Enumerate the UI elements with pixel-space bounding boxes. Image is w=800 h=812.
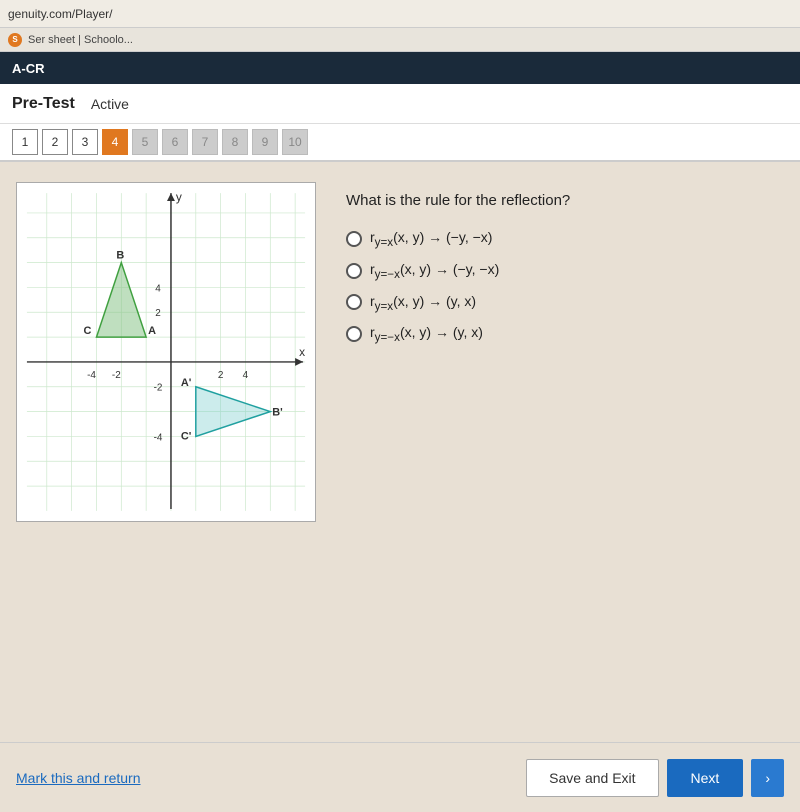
tab-bar: S Ser sheet | Schoolo...: [0, 28, 800, 52]
option-text-4: ry=−x(x, y) → (y, x): [370, 324, 483, 344]
answer-options: ry=x(x, y) → (−y, −x) ry=−x(x, y) → (−y,…: [346, 229, 784, 344]
svg-text:4: 4: [243, 370, 249, 381]
x-axis-arrow: [295, 358, 303, 366]
radio-2[interactable]: [346, 263, 362, 279]
label-Bprime: B': [272, 407, 283, 419]
question-nav-btn-8[interactable]: 8: [222, 129, 248, 155]
question-nav-btn-7[interactable]: 7: [192, 129, 218, 155]
radio-1[interactable]: [346, 231, 362, 247]
question-nav-btn-1[interactable]: 1: [12, 129, 38, 155]
question-nav: 12345678910: [0, 124, 800, 162]
url-text: genuity.com/Player/: [8, 7, 113, 21]
question-nav-btn-5[interactable]: 5: [132, 129, 158, 155]
browser-url-bar: genuity.com/Player/: [0, 0, 800, 28]
svg-text:2: 2: [155, 308, 161, 319]
footer-area: Mark this and return Save and Exit Next …: [0, 742, 800, 812]
question-nav-btn-10[interactable]: 10: [282, 129, 308, 155]
app-title: A-CR: [12, 61, 45, 76]
spacer: [0, 682, 800, 742]
option-text-2: ry=−x(x, y) → (−y, −x): [370, 261, 499, 281]
next-button[interactable]: Next: [667, 759, 744, 797]
app-header: A-CR: [0, 52, 800, 84]
question-nav-btn-4[interactable]: 4: [102, 129, 128, 155]
label-A: A: [148, 325, 156, 337]
main-content: x y -2 -4 2 4 4 2 -2 -4 B A C A' B' C': [0, 162, 800, 682]
tab-favicon: S: [8, 33, 22, 47]
tab-label: Ser sheet | Schoolo...: [28, 34, 133, 46]
mark-return-link[interactable]: Mark this and return: [16, 770, 141, 786]
question-nav-btn-9[interactable]: 9: [252, 129, 278, 155]
label-Cprime: C': [181, 430, 192, 442]
original-triangle: [96, 263, 146, 338]
y-axis-label: y: [176, 190, 182, 204]
pretest-status: Active: [91, 96, 129, 112]
svg-text:-2: -2: [154, 383, 163, 394]
coordinate-graph: x y -2 -4 2 4 4 2 -2 -4 B A C A' B' C': [17, 183, 315, 521]
radio-4[interactable]: [346, 326, 362, 342]
next-arrow-button[interactable]: ›: [751, 759, 784, 797]
y-axis-arrow: [167, 193, 175, 201]
option-text-3: ry=x(x, y) → (y, x): [370, 293, 476, 313]
pretest-bar: Pre-Test Active: [0, 84, 800, 124]
graph-container: x y -2 -4 2 4 4 2 -2 -4 B A C A' B' C': [16, 182, 316, 522]
answer-option-4[interactable]: ry=−x(x, y) → (y, x): [346, 324, 784, 344]
svg-text:-2: -2: [112, 370, 121, 381]
question-nav-btn-3[interactable]: 3: [72, 129, 98, 155]
label-C: C: [84, 325, 92, 337]
question-nav-btn-6[interactable]: 6: [162, 129, 188, 155]
option-text-1: ry=x(x, y) → (−y, −x): [370, 229, 492, 249]
answer-option-2[interactable]: ry=−x(x, y) → (−y, −x): [346, 261, 784, 281]
label-Aprime: A': [181, 377, 192, 389]
radio-3[interactable]: [346, 294, 362, 310]
question-area: What is the rule for the reflection? ry=…: [346, 182, 784, 662]
pretest-title: Pre-Test: [12, 95, 75, 113]
x-axis-label: x: [299, 345, 305, 359]
svg-text:2: 2: [218, 370, 224, 381]
svg-text:4: 4: [155, 283, 161, 294]
answer-option-1[interactable]: ry=x(x, y) → (−y, −x): [346, 229, 784, 249]
label-B: B: [116, 250, 124, 262]
question-text: What is the rule for the reflection?: [346, 192, 784, 209]
question-nav-btn-2[interactable]: 2: [42, 129, 68, 155]
answer-option-3[interactable]: ry=x(x, y) → (y, x): [346, 293, 784, 313]
reflected-triangle: [196, 387, 270, 437]
footer-buttons: Save and Exit Next ›: [526, 759, 784, 797]
svg-text:-4: -4: [154, 432, 163, 443]
save-exit-button[interactable]: Save and Exit: [526, 759, 658, 797]
svg-text:-4: -4: [87, 370, 96, 381]
